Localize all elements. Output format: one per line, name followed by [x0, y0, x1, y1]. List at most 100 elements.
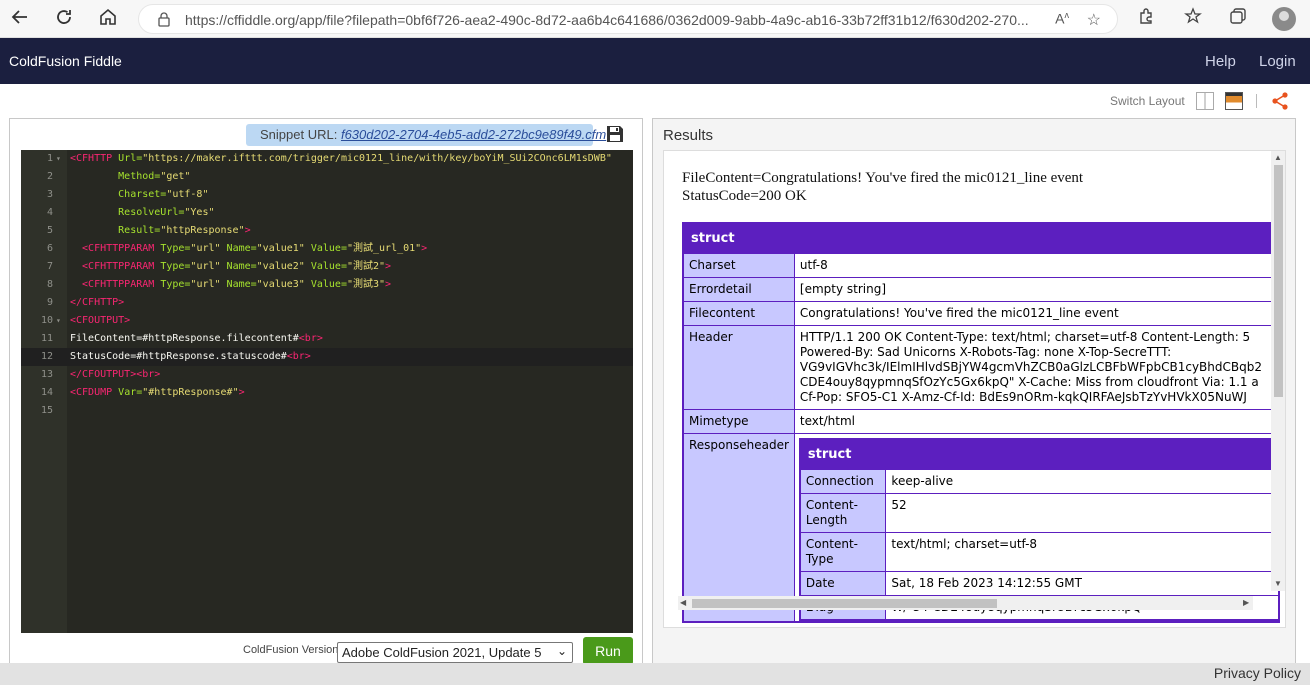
code-token: Type= [154, 243, 191, 254]
code-token: <CFOUTPUT> [70, 315, 131, 326]
code-token: Value= [304, 243, 347, 254]
address-bar[interactable]: https://cffiddle.org/app/file?filepath=0… [138, 4, 1118, 34]
dump-value: utf-8 [793, 253, 1280, 278]
read-aloud-icon[interactable]: Aʌ [1055, 10, 1069, 27]
code-line[interactable]: 1 ▾ <CFHTTP Url="https://maker.ifttt.com/t… [21, 150, 633, 168]
dump-key: Header [682, 325, 795, 410]
refresh-icon[interactable] [52, 7, 76, 31]
scroll-up-icon[interactable]: ▲ [1274, 153, 1282, 162]
code-text: ResolveUrl="Yes" [70, 204, 214, 222]
header-line: Cf-Pop: SFO5-C1 X-Amz-Cf-Id: BdEs9nORm-k… [799, 390, 1247, 404]
vertical-scrollbar[interactable]: ▲ ▼ [1271, 151, 1285, 591]
back-icon[interactable] [8, 7, 32, 31]
dump-key: Errordetail [682, 277, 795, 302]
save-icon[interactable] [606, 125, 624, 143]
app-header: ColdFusion Fiddle Help Login [0, 38, 1310, 84]
line-number: 14 [40, 387, 53, 398]
run-bar: ColdFusion Version Adobe ColdFusion 2021… [10, 635, 642, 665]
fold-arrow-icon[interactable]: ▾ [56, 150, 61, 168]
code-text: <CFOUTPUT> [70, 312, 130, 330]
snippet-url-link[interactable]: f630d202-2704-4eb5-add2-272bc9e89f49.cfm [341, 127, 606, 142]
code-line[interactable]: 11 FileContent=#httpResponse.filecontent#… [21, 330, 633, 348]
help-link[interactable]: Help [1205, 53, 1236, 70]
share-icon[interactable] [1271, 92, 1289, 110]
horizontal-scrollbar[interactable]: ◀ ▶ [678, 596, 1253, 610]
code-token: Name= [220, 243, 257, 254]
code-token: FileContent=#httpResponse.filecontent# [70, 333, 299, 344]
vertical-scroll-thumb[interactable] [1274, 165, 1283, 397]
code-line[interactable]: 13 </CFOUTPUT><br> [21, 366, 633, 384]
privacy-policy-link[interactable]: Privacy Policy [1214, 665, 1301, 681]
extensions-icon[interactable] [1134, 7, 1158, 31]
scroll-right-icon[interactable]: ▶ [1243, 598, 1249, 607]
code-line[interactable]: 5 Result="httpResponse"> [21, 222, 633, 240]
code-token: > [244, 225, 251, 236]
scroll-down-icon[interactable]: ▼ [1274, 579, 1282, 588]
code-text: <CFHTTPPARAM Type="url" Name="value3" Va… [70, 276, 391, 294]
version-select[interactable]: Adobe ColdFusion 2021, Update 5 ⌄ [337, 642, 573, 663]
collections-icon[interactable] [1226, 7, 1250, 31]
cfdump-struct: struct Charset utf-8 Errordetail [empty st… [682, 222, 1280, 623]
favorites-icon[interactable] [1181, 7, 1205, 31]
dump-value: text/html; charset=utf-8 [885, 532, 1279, 572]
dump-value: 52 [885, 493, 1279, 533]
layout-side-by-side-icon[interactable] [1196, 92, 1214, 110]
line-number: 7 [46, 261, 53, 272]
code-editor[interactable]: 1 ▾ <CFHTTP Url="https://maker.ifttt.com/t… [21, 150, 633, 633]
code-token: Name= [220, 261, 257, 272]
code-line[interactable]: 14 <CFDUMP Var="#httpResponse#"> [21, 384, 633, 402]
code-token: "測試2" [346, 261, 386, 272]
code-token: Name= [220, 279, 257, 290]
code-token: "測試3" [346, 279, 386, 290]
code-line[interactable]: 10 ▾ <CFOUTPUT> [21, 312, 633, 330]
code-token: "https://maker.ifttt.com/trigger/mic0121… [142, 153, 612, 164]
login-link[interactable]: Login [1259, 53, 1296, 70]
add-favorite-icon[interactable]: ☆ [1087, 10, 1101, 30]
code-token: Method= [70, 171, 161, 182]
home-icon[interactable] [96, 7, 120, 31]
line-number: 10 [40, 315, 53, 326]
code-token: <CFHTTPPARAM [70, 279, 155, 290]
code-token: "url" [190, 261, 221, 272]
dump-value: Congratulations! You've fired the mic012… [793, 301, 1280, 326]
code-token: <br> [286, 351, 311, 362]
header-line: Powered-By: Sad Unicorns X-Robots-Tag: n… [799, 345, 1172, 359]
inner-struct-header[interactable]: struct [799, 438, 1279, 470]
dump-value-responseheader: struct Connection keep-alive Content-Leng… [793, 433, 1280, 623]
code-line[interactable]: 6 <CFHTTPPARAM Type="url" Name="value1" … [21, 240, 633, 258]
results-frame[interactable]: FileContent=Congratulations! You've fire… [663, 150, 1286, 628]
browser-toolbar: https://cffiddle.org/app/file?filepath=0… [0, 0, 1310, 38]
code-line[interactable]: 7 <CFHTTPPARAM Type="url" Name="value2" … [21, 258, 633, 276]
code-text: Method="get" [70, 168, 190, 186]
code-token: <CFHTTPPARAM [70, 243, 155, 254]
code-token: <CFDUMP [70, 387, 113, 398]
code-token: <br> [298, 333, 323, 344]
code-token: <CFHTTP [70, 153, 113, 164]
switch-layout-label: Switch Layout [1110, 94, 1185, 108]
code-line[interactable]: 15 [21, 402, 633, 420]
code-text: <CFHTTPPARAM Type="url" Name="value1" Va… [70, 240, 427, 258]
code-line[interactable]: 4 ResolveUrl="Yes" [21, 204, 633, 222]
scroll-left-icon[interactable]: ◀ [680, 598, 686, 607]
code-token: "url" [190, 279, 221, 290]
code-line[interactable]: 3 Charset="utf-8" [21, 186, 633, 204]
run-button[interactable]: Run [583, 637, 633, 665]
code-line[interactable]: 8 <CFHTTPPARAM Type="url" Name="value3" … [21, 276, 633, 294]
profile-avatar[interactable] [1272, 7, 1296, 31]
struct-header[interactable]: struct [682, 222, 1280, 254]
layout-stacked-icon[interactable] [1225, 92, 1243, 110]
code-line[interactable]: 12 StatusCode=#httpResponse.statuscode#<b… [21, 348, 633, 366]
horizontal-scroll-thumb[interactable] [692, 599, 997, 608]
dump-key: Charset [682, 253, 795, 278]
code-token: "url" [190, 243, 221, 254]
dump-value: text/html [793, 409, 1280, 434]
code-line[interactable]: 9 </CFHTTP> [21, 294, 633, 312]
fold-arrow-icon[interactable]: ▾ [56, 312, 61, 330]
app-title[interactable]: ColdFusion Fiddle [9, 53, 122, 69]
lock-icon [158, 12, 170, 27]
line-number: 2 [46, 171, 53, 182]
version-label: ColdFusion Version [243, 644, 339, 656]
code-text: StatusCode=#httpResponse.statuscode#<br> [70, 348, 311, 366]
code-line[interactable]: 2 Method="get" [21, 168, 633, 186]
result-filecontent: FileContent=Congratulations! You've fire… [682, 170, 1084, 186]
